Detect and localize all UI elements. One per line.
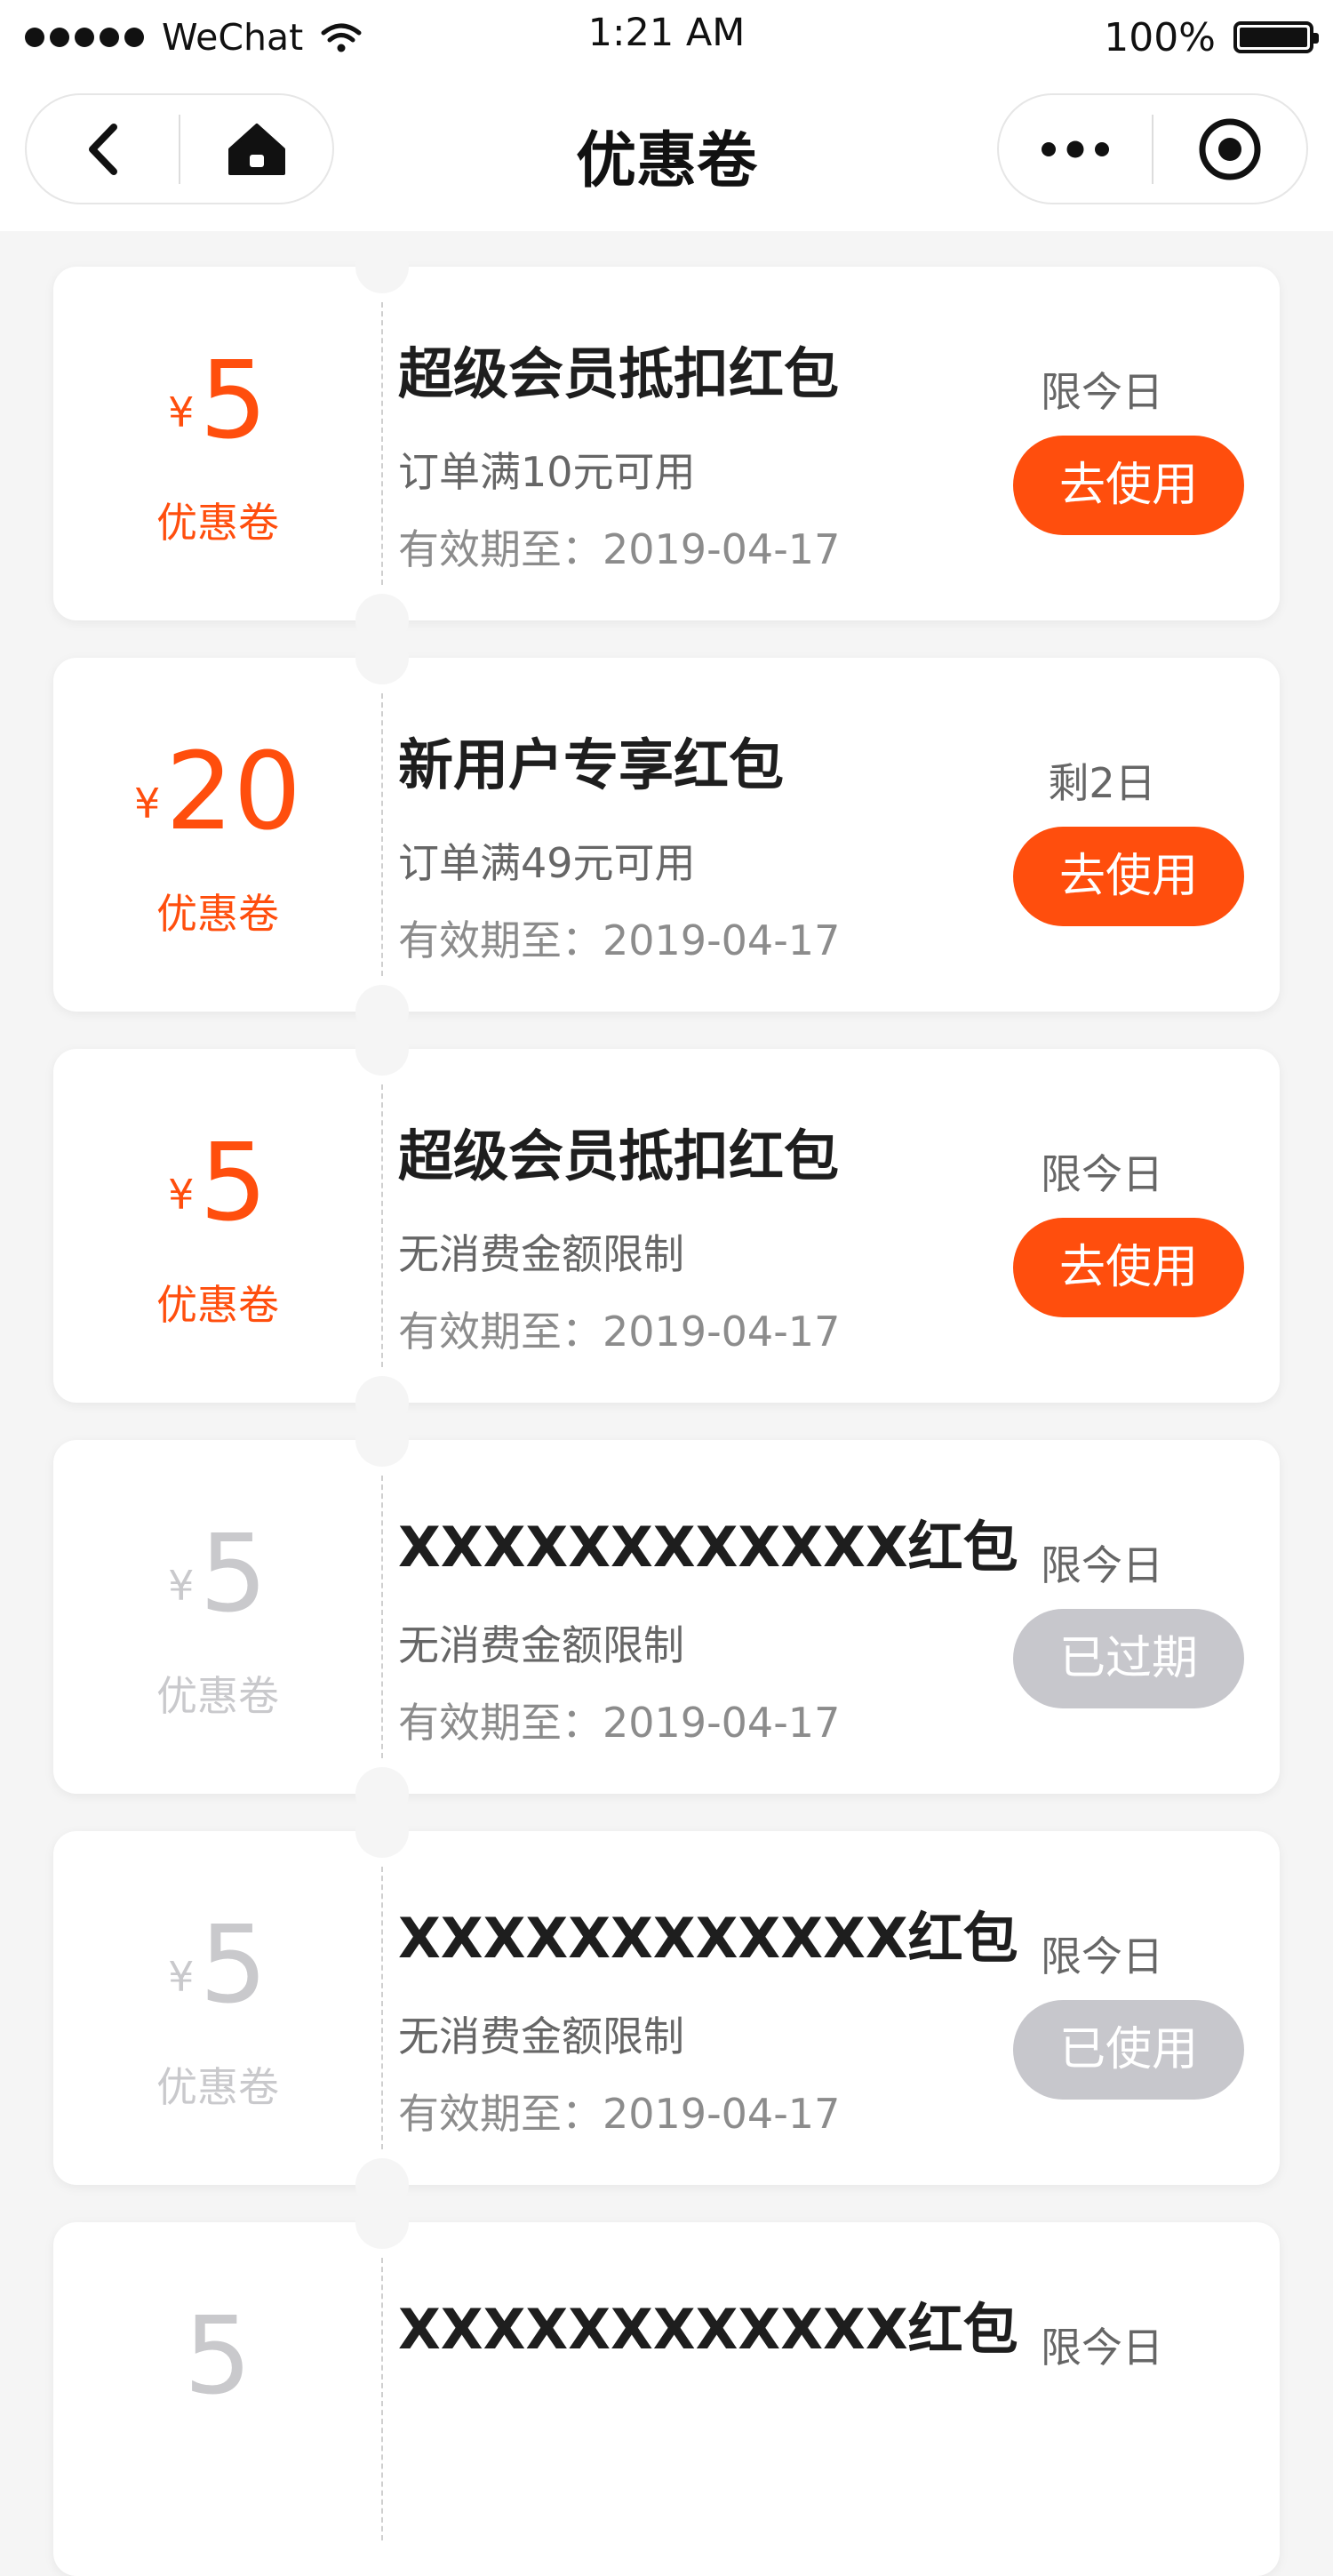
coupon-condition: 无消费金额限制 xyxy=(398,1621,684,1669)
coupon-amount: ¥5 xyxy=(53,1913,382,2020)
used-badge: 已使用 xyxy=(1013,2000,1244,2100)
coupon-condition: 无消费金额限制 xyxy=(398,2012,684,2060)
coupon-card-partial: 5 XXXXXXXXXXXX红包 限今日 xyxy=(53,2196,1280,2576)
coupon-card: ¥5 优惠卷 超级会员抵扣红包 无消费金额限制 有效期至：2019-04-17 … xyxy=(53,1022,1280,1429)
target-circle-icon xyxy=(1199,118,1261,180)
coupon-amount-block: ¥20 优惠卷 xyxy=(53,658,382,1012)
amount-label: 优惠卷 xyxy=(156,890,279,938)
use-coupon-button[interactable]: 去使用 xyxy=(1013,827,1244,926)
amount-value: 5 xyxy=(199,340,267,463)
coupon-title: XXXXXXXXXXXX红包 xyxy=(398,1906,1018,1971)
coupon-condition: 无消费金额限制 xyxy=(398,1230,684,1278)
coupon-title: XXXXXXXXXXXX红包 xyxy=(398,1515,1018,1580)
status-right: 100% xyxy=(1104,12,1319,62)
amount-value: 5 xyxy=(183,2295,252,2419)
amount-label: 优惠卷 xyxy=(156,499,279,547)
more-dots-icon xyxy=(1042,140,1109,157)
coupon-amount: ¥5 xyxy=(53,1522,382,1628)
ticket-notch xyxy=(355,631,409,684)
more-button[interactable] xyxy=(999,95,1152,203)
coupon-card: ¥20 优惠卷 新用户专享红包 订单满49元可用 有效期至：2019-04-17… xyxy=(53,631,1280,1038)
coupon-time-limit: 限今日 xyxy=(1041,2324,1163,2372)
currency-symbol: ¥ xyxy=(168,1171,195,1219)
ticket-notch xyxy=(355,1022,409,1076)
nav-bar: 优惠卷 xyxy=(0,76,1333,231)
ticket-notch xyxy=(355,1413,409,1467)
coupon-amount: 5 xyxy=(53,2304,382,2411)
coupon-amount: ¥5 xyxy=(53,1131,382,1237)
coupon-time-limit: 限今日 xyxy=(1041,1541,1163,1589)
coupon-amount-block: ¥5 优惠卷 xyxy=(53,1831,382,2185)
coupon-time-limit: 限今日 xyxy=(1041,1150,1163,1198)
ticket-notch xyxy=(355,240,409,293)
battery-percent: 100% xyxy=(1104,14,1216,60)
coupon-amount-block: 5 xyxy=(53,2222,382,2576)
coupon-card-used: ¥5 优惠卷 XXXXXXXXXXXX红包 无消费金额限制 有效期至：2019-… xyxy=(53,1804,1280,2212)
coupon-card-expired: ¥5 优惠卷 XXXXXXXXXXXX红包 无消费金额限制 有效期至：2019-… xyxy=(53,1413,1280,1820)
coupon-time-limit: 限今日 xyxy=(1041,368,1163,416)
status-bar: WeChat 1:21 AM 100% xyxy=(0,0,1333,76)
coupon-amount-block: ¥5 优惠卷 xyxy=(53,267,382,620)
coupon-card: ¥5 优惠卷 超级会员抵扣红包 订单满10元可用 有效期至：2019-04-17… xyxy=(53,240,1280,647)
currency-symbol: ¥ xyxy=(168,1953,195,2001)
coupon-expiry: 有效期至：2019-04-17 xyxy=(398,525,841,573)
coupon-time-limit: 剩2日 xyxy=(1048,759,1156,807)
use-coupon-button[interactable]: 去使用 xyxy=(1013,436,1244,535)
coupon-amount: ¥20 xyxy=(53,740,382,846)
coupon-title: 新用户专享红包 xyxy=(398,732,785,797)
coupon-condition: 订单满49元可用 xyxy=(398,839,696,887)
amount-label: 优惠卷 xyxy=(156,1281,279,1329)
ticket-notch xyxy=(355,1804,409,1858)
expired-badge: 已过期 xyxy=(1013,1609,1244,1708)
amount-value: 5 xyxy=(199,1122,267,1245)
currency-symbol: ¥ xyxy=(168,388,195,436)
battery-icon xyxy=(1233,21,1319,53)
amount-value: 20 xyxy=(165,731,301,854)
coupon-title: XXXXXXXXXXXX红包 xyxy=(398,2297,1018,2362)
amount-value: 5 xyxy=(199,1904,267,2028)
use-coupon-button[interactable]: 去使用 xyxy=(1013,1218,1244,1317)
coupon-condition: 订单满10元可用 xyxy=(398,448,696,496)
close-miniprogram-button[interactable] xyxy=(1153,95,1306,203)
amount-value: 5 xyxy=(199,1513,267,1636)
coupon-amount-block: ¥5 优惠卷 xyxy=(53,1440,382,1794)
amount-label: 优惠卷 xyxy=(156,1672,279,1720)
coupon-time-limit: 限今日 xyxy=(1041,1932,1163,1980)
amount-label: 优惠卷 xyxy=(156,2063,279,2111)
coupon-expiry: 有效期至：2019-04-17 xyxy=(398,1699,841,1747)
coupon-expiry: 有效期至：2019-04-17 xyxy=(398,1308,841,1356)
coupon-amount: ¥5 xyxy=(53,348,382,455)
ticket-notch xyxy=(355,2196,409,2249)
nav-right-capsule xyxy=(997,93,1308,204)
currency-symbol: ¥ xyxy=(168,1562,195,1610)
coupon-title: 超级会员抵扣红包 xyxy=(398,341,840,406)
currency-symbol: ¥ xyxy=(134,780,161,828)
coupon-expiry: 有效期至：2019-04-17 xyxy=(398,916,841,964)
coupon-title: 超级会员抵扣红包 xyxy=(398,1124,840,1188)
coupon-amount-block: ¥5 优惠卷 xyxy=(53,1049,382,1403)
coupon-expiry: 有效期至：2019-04-17 xyxy=(398,2090,841,2138)
